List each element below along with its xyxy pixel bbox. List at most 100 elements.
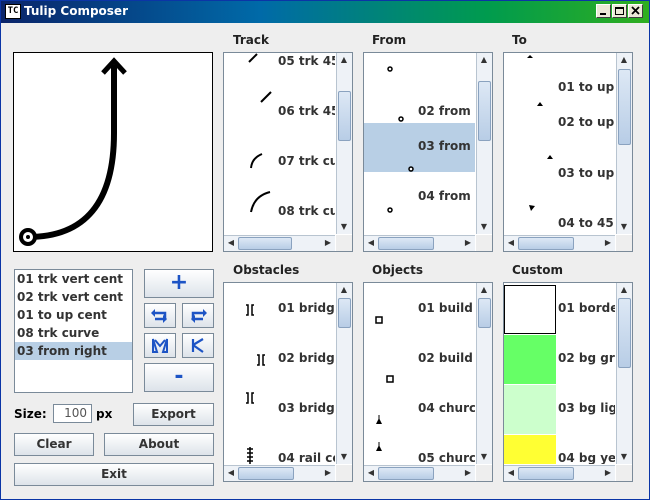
obstacle-item[interactable]: 04 rail cen bbox=[224, 435, 335, 464]
track-item[interactable]: 07 trk curv bbox=[224, 138, 335, 187]
scroll-right-icon[interactable]: ▶ bbox=[601, 236, 615, 250]
scroll-right-icon[interactable]: ▶ bbox=[461, 236, 475, 250]
to-list[interactable]: 01 to up c 02 to up m 03 to up ri 04 to … bbox=[504, 53, 615, 234]
scroll-up-icon[interactable]: ▲ bbox=[617, 283, 631, 297]
track-item[interactable]: 05 trk 45 c bbox=[224, 53, 335, 87]
object-item-label: 02 build ce bbox=[418, 351, 475, 365]
scroll-down-icon[interactable]: ▼ bbox=[617, 220, 631, 234]
scroll-right-icon[interactable]: ▶ bbox=[461, 466, 475, 480]
scroll-thumb[interactable] bbox=[618, 69, 631, 145]
to-item[interactable]: 03 to up ri bbox=[504, 138, 615, 187]
layer-item-selected[interactable]: 03 from right bbox=[15, 342, 132, 360]
track-horizontal-scrollbar[interactable]: ◀ ▶ bbox=[224, 235, 335, 251]
layer-item[interactable]: 01 trk vert cent bbox=[15, 270, 132, 288]
scroll-thumb[interactable] bbox=[378, 467, 434, 480]
flip-vertical-button[interactable] bbox=[182, 333, 214, 358]
scroll-up-icon[interactable]: ▲ bbox=[477, 283, 491, 297]
to-item[interactable]: 04 to 45 ce bbox=[504, 188, 615, 234]
close-button[interactable] bbox=[628, 4, 643, 18]
exit-button[interactable]: Exit bbox=[14, 463, 214, 486]
layers-list[interactable]: 01 trk vert cent 02 trk vert cent 01 to … bbox=[14, 269, 133, 393]
rotate-left-button[interactable] bbox=[144, 303, 176, 328]
scroll-left-icon[interactable]: ◀ bbox=[364, 236, 378, 250]
scroll-thumb[interactable] bbox=[618, 298, 631, 368]
obstacle-item[interactable]: 03 bridge t bbox=[224, 385, 335, 434]
from-horizontal-scrollbar[interactable]: ◀ ▶ bbox=[364, 235, 475, 251]
obstacles-list[interactable]: 01 bridge c 02 bridge r 03 bridge t 04 r… bbox=[224, 283, 335, 464]
from-vertical-scrollbar[interactable]: ▲ ▼ bbox=[476, 53, 492, 234]
scroll-up-icon[interactable]: ▲ bbox=[337, 283, 351, 297]
to-vertical-scrollbar[interactable]: ▲ ▼ bbox=[616, 53, 632, 234]
to-item[interactable]: 02 to up m bbox=[504, 88, 615, 137]
scroll-right-icon[interactable]: ▶ bbox=[601, 466, 615, 480]
from-list[interactable]: 02 from m 03 from rig 04 from ce bbox=[364, 53, 475, 234]
clear-button[interactable]: Clear bbox=[14, 433, 94, 456]
layer-item[interactable]: 01 to up cent bbox=[15, 306, 132, 324]
custom-item[interactable]: 03 bg light bbox=[504, 385, 615, 434]
maximize-button[interactable] bbox=[612, 4, 627, 18]
object-item[interactable]: 04 church bbox=[364, 385, 475, 434]
scroll-up-icon[interactable]: ▲ bbox=[477, 53, 491, 67]
scroll-right-icon[interactable]: ▶ bbox=[321, 466, 335, 480]
track-vertical-scrollbar[interactable]: ▲ ▼ bbox=[336, 53, 352, 234]
scroll-thumb[interactable] bbox=[378, 237, 434, 250]
track-list[interactable]: 05 trk 45 c 06 trk 45 c 07 trk curv 08 t… bbox=[224, 53, 335, 234]
rotate-right-button[interactable] bbox=[182, 303, 214, 328]
title-bar[interactable]: TC Tulip Composer bbox=[1, 1, 649, 23]
object-item[interactable]: 05 church bbox=[364, 435, 475, 464]
obstacles-horizontal-scrollbar[interactable]: ◀ ▶ bbox=[224, 465, 335, 481]
track-item[interactable]: 08 trk curv bbox=[224, 188, 335, 234]
scroll-thumb[interactable] bbox=[338, 298, 351, 328]
objects-horizontal-scrollbar[interactable]: ◀ ▶ bbox=[364, 465, 475, 481]
add-layer-button[interactable]: + bbox=[144, 269, 214, 298]
from-item[interactable] bbox=[364, 53, 475, 87]
size-input[interactable]: 100 bbox=[53, 404, 92, 423]
scroll-thumb[interactable] bbox=[238, 467, 294, 480]
custom-item[interactable]: 02 bg gree bbox=[504, 335, 615, 384]
remove-layer-button[interactable]: - bbox=[144, 363, 214, 392]
scroll-up-icon[interactable]: ▲ bbox=[337, 53, 351, 67]
objects-list[interactable]: 01 build do 02 build ce 04 church 05 chu… bbox=[364, 283, 475, 464]
layer-item[interactable]: 08 trk curve cent bbox=[15, 324, 132, 358]
export-button[interactable]: Export bbox=[133, 403, 214, 426]
scroll-thumb[interactable] bbox=[478, 298, 491, 328]
scroll-left-icon[interactable]: ◀ bbox=[504, 466, 518, 480]
layer-item[interactable]: 02 trk vert cent bbox=[15, 288, 132, 306]
from-item-selected[interactable]: 03 from rig bbox=[364, 123, 475, 172]
scroll-thumb[interactable] bbox=[338, 91, 351, 141]
scroll-left-icon[interactable]: ◀ bbox=[224, 466, 238, 480]
track-item[interactable]: 06 trk 45 c bbox=[224, 88, 335, 137]
flip-horizontal-button[interactable] bbox=[144, 333, 176, 358]
about-button[interactable]: About bbox=[104, 433, 214, 456]
custom-vertical-scrollbar[interactable]: ▲ ▼ bbox=[616, 283, 632, 464]
scroll-down-icon[interactable]: ▼ bbox=[337, 450, 351, 464]
objects-vertical-scrollbar[interactable]: ▲ ▼ bbox=[476, 283, 492, 464]
obstacle-item[interactable]: 01 bridge c bbox=[224, 285, 335, 334]
custom-item[interactable]: 01 border bbox=[504, 285, 615, 334]
scroll-thumb[interactable] bbox=[238, 237, 292, 250]
scroll-up-icon[interactable]: ▲ bbox=[617, 53, 631, 67]
custom-list[interactable]: 01 border 02 bg gree 03 bg light 04 bg y… bbox=[504, 283, 615, 464]
scroll-left-icon[interactable]: ◀ bbox=[224, 236, 238, 250]
custom-horizontal-scrollbar[interactable]: ◀ ▶ bbox=[504, 465, 615, 481]
scroll-down-icon[interactable]: ▼ bbox=[617, 450, 631, 464]
scroll-left-icon[interactable]: ◀ bbox=[504, 236, 518, 250]
object-item[interactable]: 01 build do bbox=[364, 285, 475, 334]
scroll-thumb[interactable] bbox=[518, 237, 574, 250]
scroll-down-icon[interactable]: ▼ bbox=[337, 220, 351, 234]
obstacles-vertical-scrollbar[interactable]: ▲ ▼ bbox=[336, 283, 352, 464]
scroll-down-icon[interactable]: ▼ bbox=[477, 220, 491, 234]
scroll-down-icon[interactable]: ▼ bbox=[477, 450, 491, 464]
scroll-thumb[interactable] bbox=[518, 467, 574, 480]
object-item[interactable]: 02 build ce bbox=[364, 335, 475, 384]
scroll-thumb[interactable] bbox=[478, 81, 491, 141]
obstacle-item[interactable]: 02 bridge r bbox=[224, 335, 335, 384]
scroll-right-icon[interactable]: ▶ bbox=[321, 236, 335, 250]
to-horizontal-scrollbar[interactable]: ◀ ▶ bbox=[504, 235, 615, 251]
from-item[interactable]: 04 from ce bbox=[364, 173, 475, 222]
minimize-button[interactable] bbox=[596, 4, 611, 18]
scroll-left-icon[interactable]: ◀ bbox=[364, 466, 378, 480]
custom-item[interactable]: 04 bg yello bbox=[504, 435, 615, 464]
object-item-label: 04 church bbox=[418, 401, 475, 415]
preview-canvas[interactable] bbox=[13, 52, 213, 252]
